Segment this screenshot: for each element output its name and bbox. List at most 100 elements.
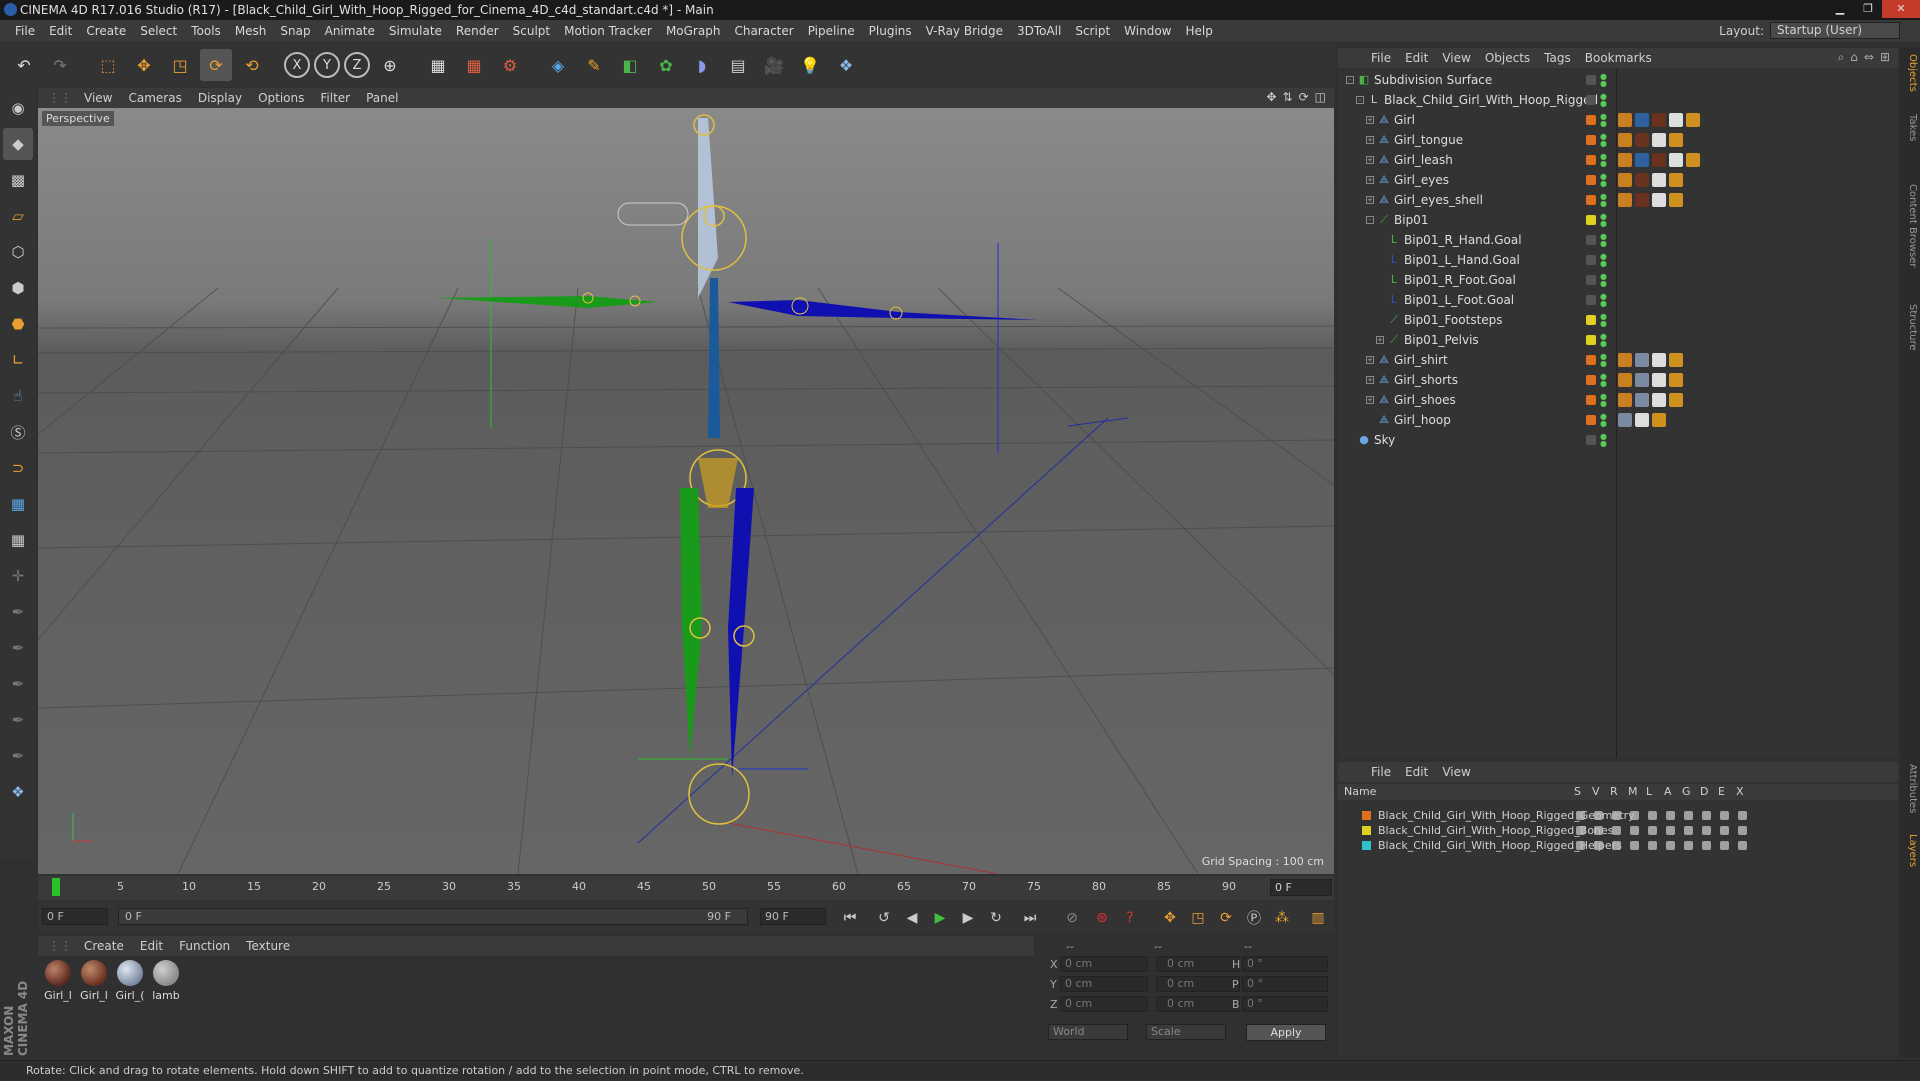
tag-icon[interactable]: [1635, 193, 1649, 207]
playhead[interactable]: [52, 878, 60, 896]
material-slot[interactable]: Girl_(: [116, 960, 144, 1052]
size-mode-select[interactable]: Scale: [1146, 1024, 1226, 1040]
visibility-dots-icon[interactable]: ● ●: [1600, 173, 1607, 188]
layer-flag-icon[interactable]: [1576, 841, 1585, 850]
tab-structure[interactable]: Structure: [1902, 304, 1918, 351]
tag-icon[interactable]: [1669, 393, 1683, 407]
new-view-icon[interactable]: ⊞: [1880, 50, 1890, 65]
visibility-dots-icon[interactable]: ● ●: [1600, 113, 1607, 128]
expand-toggle-icon[interactable]: +: [1366, 376, 1374, 384]
menu-character[interactable]: Character: [727, 24, 800, 38]
layer-column-name[interactable]: Name: [1344, 785, 1376, 798]
visibility-dots-icon[interactable]: ● ●: [1600, 73, 1607, 88]
material-slot[interactable]: Girl_l: [44, 960, 72, 1052]
search-icon[interactable]: ⌕: [1838, 50, 1845, 65]
layer-flag-icon[interactable]: [1720, 841, 1729, 850]
menu-simulate[interactable]: Simulate: [382, 24, 449, 38]
object-row[interactable]: + ⟁ Girl_tongue ● ●: [1338, 130, 1898, 150]
key-position-icon[interactable]: ✥: [1158, 907, 1182, 929]
record-icon[interactable]: ⊛: [1090, 907, 1114, 929]
layer-edit-icon[interactable]: [1586, 295, 1596, 305]
lm-menu-file[interactable]: File: [1364, 765, 1398, 779]
sculpt-pull-icon[interactable]: ✒: [3, 596, 33, 628]
layer-column-d[interactable]: D: [1700, 785, 1708, 798]
move-icon[interactable]: ✥: [128, 49, 160, 81]
undo-icon[interactable]: ↶: [8, 49, 40, 81]
tag-icon[interactable]: [1635, 413, 1649, 427]
menu-plugins[interactable]: Plugins: [862, 24, 919, 38]
layout-dropdown[interactable]: Startup (User): [1770, 22, 1900, 39]
object-row[interactable]: + ⟁ Girl_shorts ● ●: [1338, 370, 1898, 390]
tag-icon[interactable]: [1652, 153, 1666, 167]
object-row[interactable]: + ⟁ Girl_shoes ● ●: [1338, 390, 1898, 410]
tag-icon[interactable]: [1652, 393, 1666, 407]
tag-icon[interactable]: [1635, 133, 1649, 147]
texture-mode-icon[interactable]: ▩: [3, 164, 33, 196]
om-menu-tags[interactable]: Tags: [1537, 51, 1578, 65]
edges-mode-icon[interactable]: ⬢: [3, 272, 33, 304]
layer-flag-icon[interactable]: [1594, 826, 1603, 835]
expand-toggle-icon[interactable]: -: [1346, 76, 1354, 84]
material-menu-texture[interactable]: Texture: [238, 939, 298, 953]
pen-icon[interactable]: ✎: [578, 49, 610, 81]
om-menu-view[interactable]: View: [1435, 51, 1477, 65]
object-row[interactable]: + ⟁ Girl_shirt ● ●: [1338, 350, 1898, 370]
tag-icon[interactable]: [1618, 153, 1632, 167]
tag-icon[interactable]: [1618, 193, 1632, 207]
layer-flag-icon[interactable]: [1612, 811, 1621, 820]
viewport-perspective[interactable]: Perspective Grid Spacing : 100 cm: [38, 108, 1334, 874]
menu-mograph[interactable]: MoGraph: [659, 24, 728, 38]
layer-flag-icon[interactable]: [1720, 826, 1729, 835]
object-row[interactable]: L Bip01_R_Foot.Goal ● ●: [1338, 270, 1898, 290]
layer-column-e[interactable]: E: [1718, 785, 1725, 798]
sculpt-flatten-icon[interactable]: ✒: [3, 668, 33, 700]
layer-edit-icon[interactable]: [1586, 435, 1596, 445]
pan-icon[interactable]: ✥: [1266, 90, 1276, 104]
menu-mesh[interactable]: Mesh: [228, 24, 274, 38]
object-row[interactable]: + ⟁ Girl_leash ● ●: [1338, 150, 1898, 170]
visibility-dots-icon[interactable]: ● ●: [1600, 153, 1607, 168]
visibility-dots-icon[interactable]: ● ●: [1600, 313, 1607, 328]
object-row[interactable]: ● Sky ● ●: [1338, 430, 1898, 450]
maximize-view-icon[interactable]: ◫: [1315, 90, 1326, 104]
layer-column-r[interactable]: R: [1610, 785, 1618, 798]
world-coord-icon[interactable]: ⊕: [374, 49, 406, 81]
size-field[interactable]: 0 cm: [1156, 996, 1240, 1012]
tag-icon[interactable]: [1618, 413, 1632, 427]
position-field[interactable]: 0 cm: [1060, 976, 1148, 992]
om-menu-bookmarks[interactable]: Bookmarks: [1578, 51, 1659, 65]
locked-workplane-icon[interactable]: ▦: [3, 488, 33, 520]
layer-color-swatch[interactable]: [1586, 115, 1596, 125]
object-row[interactable]: + ⟁ Girl_eyes_shell ● ●: [1338, 190, 1898, 210]
layer-column-m[interactable]: M: [1628, 785, 1638, 798]
layer-row[interactable]: Black_Child_Girl_With_Hoop_Rigged_Geomet…: [1338, 808, 1898, 823]
polygons-mode-icon[interactable]: ⬣: [3, 308, 33, 340]
axis-mode-icon[interactable]: ∟: [3, 344, 33, 376]
layer-color-swatch[interactable]: [1362, 841, 1371, 850]
size-field[interactable]: 0 cm: [1156, 956, 1240, 972]
tab-layers[interactable]: Layers: [1902, 834, 1918, 867]
object-row[interactable]: L Bip01_L_Hand.Goal ● ●: [1338, 250, 1898, 270]
om-menu-file[interactable]: File: [1364, 51, 1398, 65]
edit-render-settings-icon[interactable]: ⚙: [494, 49, 526, 81]
layer-flag-icon[interactable]: [1738, 826, 1747, 835]
light-icon[interactable]: 💡: [794, 49, 826, 81]
viewport-menu-filter[interactable]: Filter: [312, 91, 358, 105]
subdivision-icon[interactable]: ◧: [614, 49, 646, 81]
material-slot[interactable]: lamb: [152, 960, 180, 1052]
layer-flag-icon[interactable]: [1684, 841, 1693, 850]
tag-icon[interactable]: [1618, 113, 1632, 127]
menu-window[interactable]: Window: [1117, 24, 1178, 38]
floor-icon[interactable]: ▤: [722, 49, 754, 81]
expand-toggle-icon[interactable]: +: [1366, 136, 1374, 144]
layer-flag-icon[interactable]: [1684, 811, 1693, 820]
viewport-menu-view[interactable]: View: [76, 91, 120, 105]
object-row[interactable]: - ◧ Subdivision Surface ● ●: [1338, 70, 1898, 90]
layer-flag-icon[interactable]: [1576, 826, 1585, 835]
material-menu-function[interactable]: Function: [171, 939, 238, 953]
home-icon[interactable]: ⌂: [1850, 50, 1858, 65]
tag-icon[interactable]: [1669, 173, 1683, 187]
layer-flag-icon[interactable]: [1594, 841, 1603, 850]
tag-icon[interactable]: [1652, 353, 1666, 367]
menu-edit[interactable]: Edit: [42, 24, 79, 38]
